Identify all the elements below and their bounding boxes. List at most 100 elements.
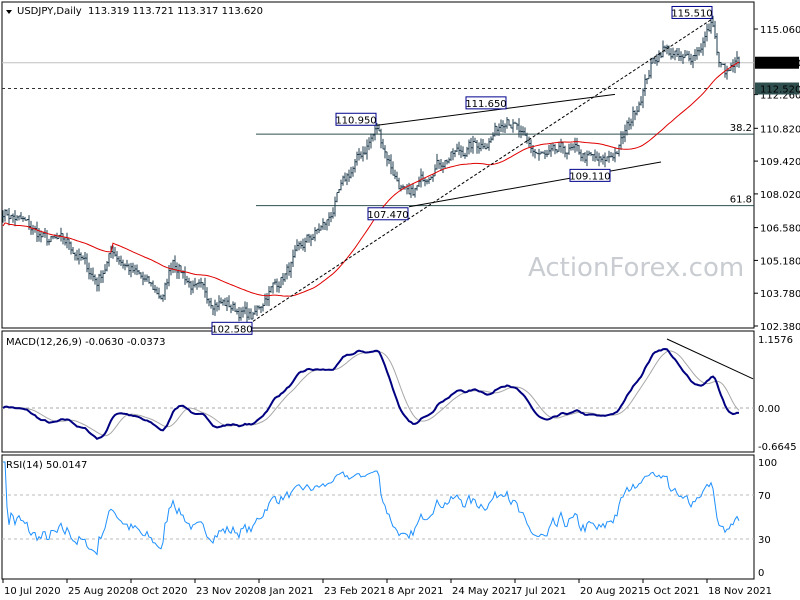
price-bar: [672, 47, 674, 59]
price-bar: [228, 295, 230, 308]
price-bar: [304, 237, 306, 252]
price-bar: [586, 150, 588, 167]
price-bar: [696, 47, 698, 60]
watermark: ActionForex.com: [528, 253, 744, 283]
price-bar: [558, 141, 560, 152]
price-bar: [546, 149, 548, 158]
macd-y-tick-label: -0.6645: [758, 442, 797, 453]
price-bar: [124, 263, 126, 271]
price-bar: [92, 267, 94, 282]
price-bar: [662, 40, 664, 58]
price-bar: [594, 149, 596, 162]
price-bar: [552, 142, 554, 152]
x-tick-label: 20 Aug 2021: [580, 586, 644, 597]
price-bar: [718, 51, 720, 68]
price-bar: [478, 142, 480, 154]
macd-title: MACD(12,26,9) -0.0630 -0.0373: [6, 337, 166, 348]
price-bar: [722, 63, 724, 65]
y-tick-label: 109.420: [760, 157, 800, 168]
price-bar: [420, 168, 422, 188]
price-bar: [16, 215, 18, 221]
price-bar: [610, 151, 612, 158]
price-bar: [226, 297, 228, 312]
price-bar: [580, 149, 582, 162]
price-bar: [708, 23, 710, 32]
price-bar: [392, 161, 394, 176]
x-tick-label: 8 Apr 2021: [388, 586, 443, 597]
x-tick-label: 25 Aug 2020: [68, 586, 132, 597]
price-bar: [726, 65, 728, 80]
price-bar: [606, 156, 608, 162]
price-bar: [316, 228, 318, 235]
price-bar: [194, 277, 196, 288]
price-bar: [500, 119, 502, 133]
price-bar: [364, 146, 366, 155]
price-annotation-label: 111.650: [465, 99, 506, 110]
price-bar: [26, 219, 28, 221]
price-bar: [674, 50, 676, 61]
price-bar: [574, 137, 576, 153]
price-bar: [424, 177, 426, 187]
price-bar: [128, 263, 130, 275]
price-bar: [486, 143, 488, 150]
price-bar: [614, 147, 616, 163]
price-bar: [236, 308, 238, 315]
price-bar: [482, 138, 484, 150]
price-bar: [456, 143, 458, 152]
price-bar: [470, 137, 472, 153]
price-bar: [474, 137, 476, 143]
price-bar: [560, 138, 562, 153]
price-bar: [668, 45, 670, 56]
price-bar: [136, 264, 138, 276]
y-tick-label: 103.780: [760, 289, 800, 300]
price-bar: [300, 240, 302, 249]
macd-y-tick-label: 1.1576: [758, 335, 793, 346]
price-bar: [602, 154, 604, 165]
price-bar: [106, 260, 108, 272]
y-tick-label: 106.580: [760, 224, 800, 235]
price-bar: [284, 273, 286, 282]
price-bar: [414, 187, 416, 198]
y-tick-label: 105.180: [760, 256, 800, 267]
price-bar: [286, 264, 288, 280]
price-bar: [454, 150, 456, 158]
price-bar: [244, 301, 246, 315]
price-bar: [252, 311, 254, 320]
price-bar: [46, 230, 48, 246]
dropdown-triangle-icon[interactable]: [6, 10, 12, 14]
price-bar: [578, 144, 580, 155]
price-bar: [346, 173, 348, 186]
price-bar: [676, 48, 678, 57]
price-bar: [282, 272, 284, 286]
price-bar: [148, 276, 150, 284]
price-bar: [258, 305, 260, 310]
price-bar: [190, 280, 192, 295]
price-bar: [74, 252, 76, 261]
price-bar: [548, 144, 550, 155]
price-bar: [84, 251, 86, 265]
price-bar: [8, 208, 10, 226]
macd-y-tick-label: 0.00: [758, 404, 780, 415]
price-bar: [644, 74, 646, 96]
price-bar: [442, 162, 444, 174]
price-bar: [318, 223, 320, 234]
rsi-y-tick-label: 100: [758, 458, 777, 469]
price-bar: [104, 264, 106, 275]
price-bar: [484, 142, 486, 150]
price-bar: [154, 284, 156, 293]
trading-chart[interactable]: 38.2 61.8 ActionForex.com 115.510 111.650 1…: [0, 0, 800, 600]
price-bar: [396, 171, 398, 182]
price-bar: [428, 177, 430, 184]
price-bar: [716, 33, 718, 56]
current-price-tag: 113.620: [760, 59, 800, 70]
price-bar: [570, 143, 572, 151]
price-bar: [64, 236, 66, 246]
price-bar: [40, 230, 42, 243]
price-bar: [702, 37, 704, 56]
macd-panel[interactable]: [1, 330, 755, 453]
price-bar: [272, 282, 274, 294]
price-bar: [12, 213, 14, 223]
price-bar: [260, 306, 262, 314]
price-bar: [290, 261, 292, 278]
price-bar: [466, 146, 468, 157]
